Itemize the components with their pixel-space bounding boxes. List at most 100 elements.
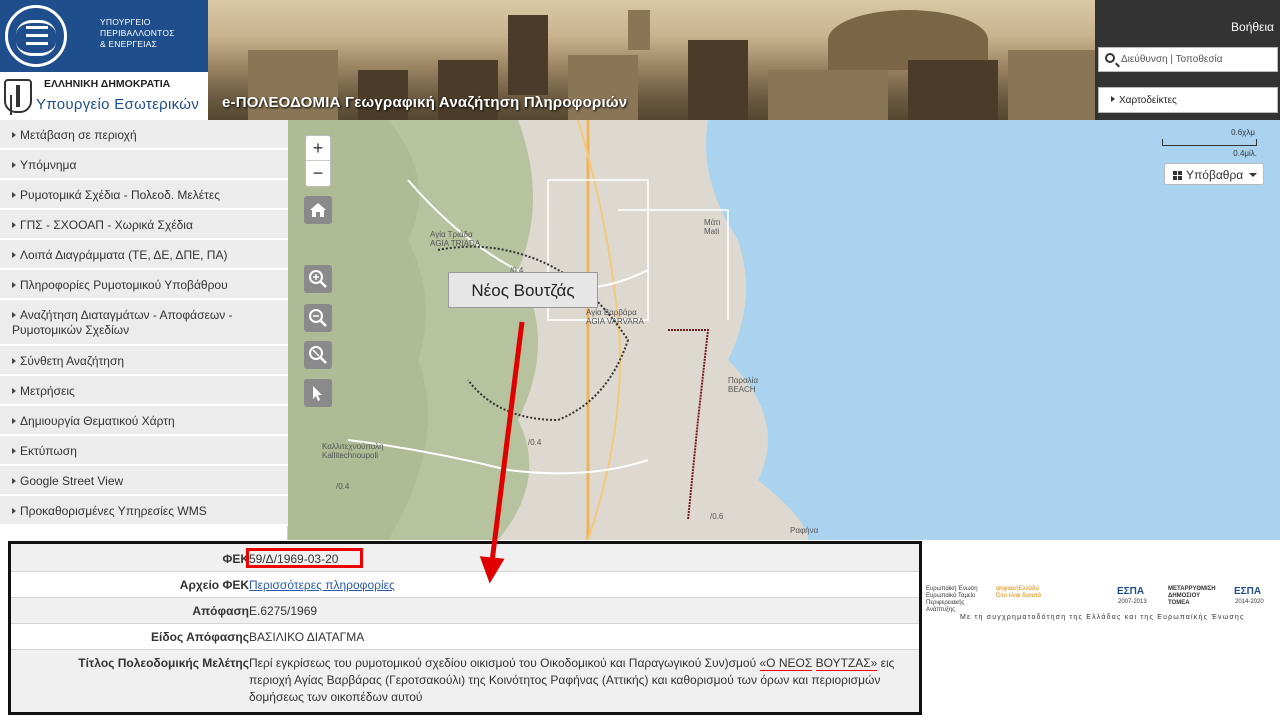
zoom-in-tool-button[interactable] xyxy=(304,265,332,293)
env-ministry-emblem-icon xyxy=(5,5,67,67)
sidebar-item-goto-area[interactable]: Μετάβαση σε περιοχή xyxy=(0,120,288,150)
map-canvas[interactable]: Αγία Τριάδα AGIA TRIADA Αγία Βαρβάρα AGI… xyxy=(288,120,1280,540)
env-ministry-name: ΥΠΟΥΡΓΕΙΟ ΠΕΡΙΒΑΛΛΟΝΤΟΣ & ΕΝΕΡΓΕΙΑΣ xyxy=(100,17,175,50)
study-title-highlight-b: ΒΟΥΤΖΑΣ» xyxy=(815,656,878,671)
home-icon xyxy=(310,203,326,217)
env-ministry-line1: ΥΠΟΥΡΓΕΙΟ xyxy=(100,17,151,27)
map-label-kallitechnoupoli: Καλλιτεχνούπολη Kallitechnoupoli xyxy=(322,442,384,460)
info-row-fek: ΦΕΚ 59/Δ/1969-03-20 xyxy=(11,544,919,572)
map-label-mati: Μάτι Mati xyxy=(704,218,721,236)
sidebar-item-label: ΓΠΣ - ΣΧΟΟΑΠ - Χωρικά Σχέδια xyxy=(20,218,193,232)
sidebar-item-print[interactable]: Εκτύπωση xyxy=(0,436,288,466)
map-label-agia-varvara: Αγία Βαρβάρα AGIA VARVARA xyxy=(586,308,644,326)
map-label-paralia: Παραλία BEACH xyxy=(728,376,758,394)
select-tool-button[interactable] xyxy=(304,379,332,407)
env-ministry-line3: & ΕΝΕΡΓΕΙΑΣ xyxy=(100,39,158,49)
caret-right-icon xyxy=(12,358,16,364)
env-ministry-logo[interactable]: ΥΠΟΥΡΓΕΙΟ ΠΕΡΙΒΑΛΛΟΝΤΟΣ & ΕΝΕΡΓΕΙΑΣ xyxy=(0,0,208,72)
map-label-agia-triada: Αγία Τριάδα AGIA TRIADA xyxy=(430,230,481,248)
location-callout: Νέος Βουτζάς xyxy=(448,272,598,308)
public-reform-logo: ΜΕΤΑΡΡΥΘΜΙΣΗ ΔΗΜΟΣΙΟΥ ΤΟΜΕΑ xyxy=(1168,586,1216,606)
sidebar-item-gps[interactable]: ΓΠΣ - ΣΧΟΟΑΠ - Χωρικά Σχέδια xyxy=(0,210,288,240)
map-label-elev-2: /0.4 xyxy=(528,438,542,447)
sidebar-item-label: Μετρήσεις xyxy=(20,384,75,398)
caret-right-icon xyxy=(12,448,16,454)
caret-right-icon xyxy=(12,478,16,484)
caret-right-icon xyxy=(12,252,16,258)
archive-label: Αρχείο ΦΕΚ xyxy=(179,578,249,592)
sidebar-item-label: Εκτύπωση xyxy=(20,444,77,458)
interior-ministry-label: Υπουργείο Εσωτερικών xyxy=(36,96,200,113)
sidebar-item-measurements[interactable]: Μετρήσεις xyxy=(0,376,288,406)
search-input[interactable] xyxy=(1121,51,1271,68)
caret-right-icon xyxy=(12,312,16,318)
magnify-extent-icon xyxy=(309,346,327,364)
address-search[interactable] xyxy=(1098,47,1278,72)
bookmarks-label: Χαρτοδείκτες xyxy=(1119,95,1177,106)
sidebar-item-zoning-base-info[interactable]: Πληροφορίες Ρυμοτομικού Υποβάθρου xyxy=(0,270,288,300)
sidebar-item-label: Αναζήτηση Διαταγμάτων - Αποφάσεων - Ρυμο… xyxy=(12,308,233,337)
sidebar: Μετάβαση σε περιοχή Υπόμνημα Ρυμοτομικά … xyxy=(0,120,288,540)
funding-logos: Ευρωπαϊκή Ένωση Ευρωπαϊκό Ταμείο Περιφερ… xyxy=(922,540,1280,620)
sidebar-item-label: Σύνθετη Αναζήτηση xyxy=(20,354,125,368)
sidebar-item-wms[interactable]: Προκαθορισμένες Υπηρεσίες WMS xyxy=(0,496,288,526)
sidebar-item-other-diagrams[interactable]: Λοιπά Διαγράμματα (ΤΕ, ΔΕ, ΔΠΕ, ΠΑ) xyxy=(0,240,288,270)
study-title-label: Τίτλος Πολεοδομικής Μελέτης xyxy=(78,656,249,670)
zoom-out-tool-button[interactable] xyxy=(304,304,332,332)
study-title-text-1: Περί εγκρίσεως του ρυμοτομικού σχεδίου ο… xyxy=(249,656,760,670)
zoom-in-button[interactable]: + xyxy=(306,136,330,161)
map-graphic xyxy=(288,120,1280,540)
zoom-extent-tool-button[interactable] xyxy=(304,341,332,369)
zoom-out-button[interactable]: − xyxy=(306,161,330,186)
magnify-plus-icon xyxy=(309,270,327,288)
info-row-decision-type: Είδος Απόφασης ΒΑΣΙΛΙΚΟ ΔΙΑΤΑΓΜΑ xyxy=(11,624,919,650)
archive-link[interactable]: Περισσότερες πληροφορίες xyxy=(249,577,395,594)
info-row-archive: Αρχείο ΦΕΚ Περισσότερες πληροφορίες xyxy=(11,572,919,598)
sidebar-item-advanced-search[interactable]: Σύνθετη Αναζήτηση xyxy=(0,346,288,376)
magnify-minus-icon xyxy=(309,309,327,327)
caret-right-icon xyxy=(12,388,16,394)
caret-right-icon xyxy=(12,222,16,228)
digital-greece-logo: ψηφιακήΕλλάδα Όλα είναι δυνατά xyxy=(996,586,1042,599)
sidebar-item-decree-search[interactable]: Αναζήτηση Διαταγμάτων - Αποφάσεων - Ρυμο… xyxy=(0,300,288,346)
cursor-arrow-icon xyxy=(313,386,322,401)
app-title: e-ΠΟΛΕΟΔΟΜΙΑ Γεωγραφική Αναζήτηση Πληροφ… xyxy=(222,94,628,111)
caret-right-icon xyxy=(12,418,16,424)
map-scale-bar: 0.6χλμ 0.4μίλ. xyxy=(1162,128,1257,158)
home-button[interactable] xyxy=(304,196,332,224)
greek-emblem-icon xyxy=(4,79,32,113)
espa-2007-years: 2007-2013 xyxy=(1118,599,1147,605)
sidebar-item-label: Δημιουργία Θεματικού Χάρτη xyxy=(20,414,175,428)
sidebar-item-label: Μετάβαση σε περιοχή xyxy=(20,128,137,142)
espa-2007-logo: ΕΣΠΑ xyxy=(1117,586,1145,597)
basemap-dropdown[interactable]: Υπόβαθρα xyxy=(1164,163,1264,185)
env-ministry-line2: ΠΕΡΙΒΑΛΛΟΝΤΟΣ xyxy=(100,28,175,38)
info-row-study-title: Τίτλος Πολεοδομικής Μελέτης Περί εγκρίσε… xyxy=(11,650,919,712)
page-root: ΥΠΟΥΡΓΕΙΟ ΠΕΡΙΒΑΛΛΟΝΤΟΣ & ΕΝΕΡΓΕΙΑΣ ΕΛΛΗ… xyxy=(0,0,1280,720)
chevron-down-icon xyxy=(1249,173,1258,177)
decision-label: Απόφαση xyxy=(192,604,249,618)
cofinance-note: Με τη συγχρηματοδότηση της Ελλάδας και τ… xyxy=(960,614,1245,621)
sidebar-item-legend[interactable]: Υπόμνημα xyxy=(0,150,288,180)
sidebar-item-thematic-map[interactable]: Δημιουργία Θεματικού Χάρτη xyxy=(0,406,288,436)
scale-mi-label: 0.4μίλ. xyxy=(1233,149,1257,158)
help-link[interactable]: Βοήθεια xyxy=(1231,20,1274,34)
decision-value: Ε.6275/1969 xyxy=(249,604,318,618)
republic-label: ΕΛΛΗΝΙΚΗ ΔΗΜΟΚΡΑΤΙΑ xyxy=(44,78,171,90)
espa-2014-logo: ΕΣΠΑ xyxy=(1234,586,1262,597)
caret-right-icon xyxy=(1111,96,1115,102)
basemap-label: Υπόβαθρα xyxy=(1186,168,1244,182)
caret-right-icon xyxy=(12,282,16,288)
grid-icon xyxy=(1173,171,1182,180)
caret-right-icon xyxy=(12,192,16,198)
zoom-control: + − xyxy=(305,135,331,187)
sidebar-item-zoning-plans[interactable]: Ρυμοτομικά Σχέδια - Πολεοδ. Μελέτες xyxy=(0,180,288,210)
sidebar-item-street-view[interactable]: Google Street View xyxy=(0,466,288,496)
info-row-decision: Απόφαση Ε.6275/1969 xyxy=(11,598,919,624)
map-label-rafina: Ραφήνα xyxy=(790,526,819,535)
bookmarks-button[interactable]: Χαρτοδείκτες xyxy=(1098,87,1278,113)
decision-type-value: ΒΑΣΙΛΙΚΟ ΔΙΑΤΑΓΜΑ xyxy=(249,630,365,644)
sidebar-item-label: Ρυμοτομικά Σχέδια - Πολεοδ. Μελέτες xyxy=(20,188,220,202)
map-label-elev-4: /0.6 xyxy=(710,512,724,521)
decree-info-panel: ΦΕΚ 59/Δ/1969-03-20 Αρχείο ΦΕΚ Περισσότε… xyxy=(8,541,922,715)
